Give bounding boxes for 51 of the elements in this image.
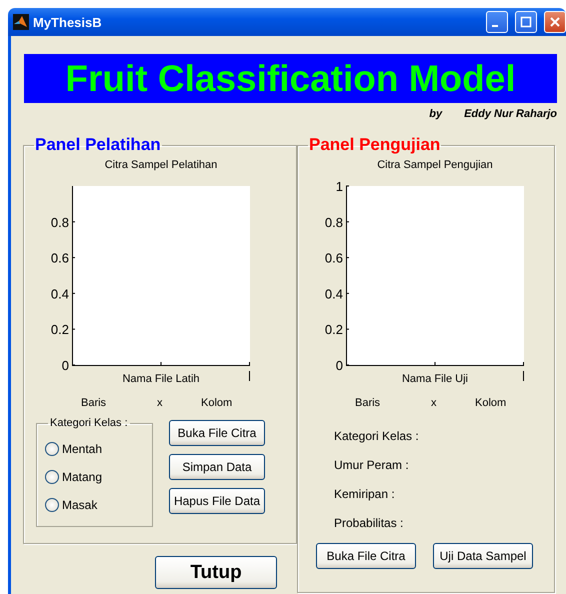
size-label: Baris xyxy=(355,396,382,410)
result-label: Kemiripan : xyxy=(334,486,396,502)
result-label: Kategori Kelas : xyxy=(334,428,420,444)
action-button[interactable]: Hapus File Data xyxy=(169,488,265,514)
tick-label: 0 xyxy=(62,358,69,373)
action-button[interactable]: Simpan Data xyxy=(169,454,265,480)
action-button[interactable]: Buka File Citra xyxy=(169,420,265,446)
tick-label: 0.8 xyxy=(324,214,343,230)
close-app-button[interactable]: Tutup xyxy=(155,556,277,589)
byline-label: by xyxy=(429,108,442,122)
tick-label: 0.6 xyxy=(50,250,69,266)
radio-button[interactable] xyxy=(45,470,59,484)
size-label: Kolom xyxy=(201,396,234,410)
radio-label: Masak xyxy=(62,498,98,512)
tick-label: 0.8 xyxy=(50,214,69,230)
action-button[interactable]: Buka File Citra xyxy=(316,543,416,569)
group-title: Kategori Kelas : xyxy=(49,417,129,429)
size-label: Kolom xyxy=(475,396,508,410)
size-label: Baris xyxy=(81,396,108,410)
tick-label: 0 xyxy=(336,358,343,373)
app-banner: Fruit Classification Model xyxy=(24,54,557,103)
tick-label: 0.4 xyxy=(324,286,343,302)
tick-label: 0.2 xyxy=(50,322,69,338)
size-label: x xyxy=(431,396,438,410)
radio-button[interactable] xyxy=(45,498,59,512)
close-button[interactable] xyxy=(544,11,566,33)
tick-label: 0.6 xyxy=(324,250,343,266)
result-label: Umur Peram : xyxy=(334,456,410,474)
tick-label: 0.2 xyxy=(324,322,343,338)
axis-label: Nama File Latih xyxy=(122,373,200,385)
panel-title: Panel Pengujian xyxy=(308,135,442,155)
result-label: Probabilitas : xyxy=(334,514,404,532)
axis-label: Nama File Uji xyxy=(402,373,468,385)
tick-label: 1 xyxy=(336,179,343,194)
maximize-button[interactable] xyxy=(515,11,537,33)
radio-label: Mentah xyxy=(62,442,102,456)
plot-title: Citra Sampel Pengujian xyxy=(376,158,494,172)
plot-title: Citra Sampel Pelatihan xyxy=(104,158,218,172)
radio-button[interactable] xyxy=(45,442,59,456)
close-icon xyxy=(549,16,561,28)
radio-label: Matang xyxy=(62,470,102,484)
tick-label: 0.4 xyxy=(50,286,69,302)
window-title: MyThesisB xyxy=(33,14,103,30)
panel-title: Panel Pelatihan xyxy=(34,135,162,155)
action-button[interactable]: Uji Data Sampel xyxy=(433,543,533,569)
size-label: x xyxy=(157,396,164,410)
author-name: Eddy Nur Raharjo xyxy=(464,108,557,122)
maximize-icon xyxy=(520,16,532,28)
minimize-icon xyxy=(492,25,498,27)
minimize-button[interactable] xyxy=(486,11,508,33)
app-icon xyxy=(13,14,29,30)
